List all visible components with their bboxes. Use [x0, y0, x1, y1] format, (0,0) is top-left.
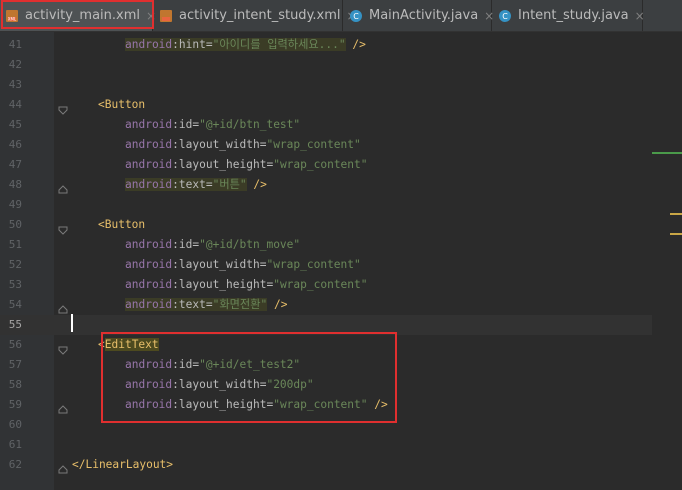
tab-label: MainActivity.java — [369, 8, 479, 23]
code-line: 42 — [0, 55, 682, 75]
code-text: android:id="@+id/btn_test" — [125, 118, 301, 131]
code-line: 46 android:layout_width="wrap_content" — [0, 135, 682, 155]
line-number: 48 — [8, 178, 22, 191]
code-line: 41 android:hint="아이디를 입력하세요..." /> — [0, 35, 682, 55]
java-class-icon: C — [349, 9, 363, 23]
code-line: 50 <Button — [0, 215, 682, 235]
tab-label: activity_main.xml — [25, 8, 141, 23]
xml-file-icon: XML — [5, 9, 19, 23]
svg-text:XML: XML — [8, 16, 17, 21]
tab-activity-intent-study-xml[interactable]: activity_intent_study.xml × — [154, 0, 357, 31]
line-number: 50 — [8, 218, 22, 231]
line-number: 45 — [8, 118, 22, 131]
code-line: 43 — [0, 75, 682, 95]
code-line: 49 — [0, 195, 682, 215]
code-line: 61 — [0, 435, 682, 455]
fold-close-icon[interactable] — [58, 180, 68, 194]
code-line: 48 android:text="버튼" /> — [0, 175, 682, 195]
code-line: 51 android:id="@+id/btn_move" — [0, 235, 682, 255]
code-editor[interactable]: 41 android:hint="아이디를 입력하세요..." /> 42 43… — [0, 32, 682, 490]
line-number: 49 — [8, 198, 22, 211]
line-number: 43 — [8, 78, 22, 91]
svg-text:C: C — [353, 12, 359, 21]
code-text: android:text="버튼" /> — [125, 178, 267, 191]
tab-intent-study-java[interactable]: C Intent_study.java × — [493, 0, 645, 31]
code-line: 45 android:id="@+id/btn_test" — [0, 115, 682, 135]
svg-text:C: C — [502, 12, 508, 21]
fold-close-icon[interactable] — [58, 400, 68, 414]
line-number: 47 — [8, 158, 22, 171]
code-line: 57 android:id="@+id/et_test2" — [0, 355, 682, 375]
xml-file-icon — [159, 9, 173, 23]
line-number: 60 — [8, 418, 22, 431]
code-text: <EditText — [98, 338, 159, 351]
code-text: android:layout_width="wrap_content" — [125, 258, 361, 271]
line-number: 46 — [8, 138, 22, 151]
code-line: 59 android:layout_height="wrap_content" … — [0, 395, 682, 415]
text-caret — [71, 314, 73, 332]
fold-open-icon[interactable] — [58, 220, 68, 235]
line-number: 59 — [8, 398, 22, 411]
code-text: android:hint="아이디를 입력하세요..." /> — [125, 38, 366, 51]
line-number: 44 — [8, 98, 22, 111]
code-line: 62 </LinearLayout> — [0, 455, 682, 475]
code-line: 53 android:layout_height="wrap_content" — [0, 275, 682, 295]
code-text: android:layout_height="wrap_content" /> — [125, 398, 388, 411]
code-line: 52 android:layout_width="wrap_content" — [0, 255, 682, 275]
editor-tab-bar: XML activity_main.xml × activity_intent_… — [0, 0, 682, 32]
line-number: 57 — [8, 358, 22, 371]
code-line: 58 android:layout_width="200dp" — [0, 375, 682, 395]
line-number: 53 — [8, 278, 22, 291]
fold-open-icon[interactable] — [58, 340, 68, 355]
tab-mainactivity-java[interactable]: C MainActivity.java × — [344, 0, 494, 31]
fold-close-icon[interactable] — [58, 460, 68, 474]
line-number: 58 — [8, 378, 22, 391]
line-number: 61 — [8, 438, 22, 451]
fold-close-icon[interactable] — [58, 300, 68, 314]
tab-label: activity_intent_study.xml — [179, 8, 341, 23]
line-number: 55 — [8, 318, 22, 331]
line-number: 62 — [8, 458, 22, 471]
line-number: 56 — [8, 338, 22, 351]
code-line: 44 <Button — [0, 95, 682, 115]
code-text: </LinearLayout> — [72, 458, 174, 471]
code-text: android:id="@+id/btn_move" — [125, 238, 301, 251]
code-line-current: 55 — [0, 315, 652, 335]
tab-activity-main-xml[interactable]: XML activity_main.xml × — [0, 0, 156, 31]
code-text: android:layout_width="wrap_content" — [125, 138, 361, 151]
code-text: android:text="화면전환" /> — [125, 298, 288, 311]
fold-open-icon[interactable] — [58, 100, 68, 115]
code-line: 60 — [0, 415, 682, 435]
line-number: 41 — [8, 38, 22, 51]
line-number: 42 — [8, 58, 22, 71]
code-text: <Button — [98, 218, 146, 231]
code-line: 54 android:text="화면전환" /> — [0, 295, 682, 315]
code-text: <Button — [98, 98, 146, 111]
close-icon[interactable]: × — [635, 9, 645, 23]
code-line: 56 <EditText — [0, 335, 682, 355]
code-line: 47 android:layout_height="wrap_content" — [0, 155, 682, 175]
code-text: android:layout_width="200dp" — [125, 378, 314, 391]
line-number: 52 — [8, 258, 22, 271]
code-text: android:id="@+id/et_test2" — [125, 358, 301, 371]
line-number: 51 — [8, 238, 22, 251]
code-text: android:layout_height="wrap_content" — [125, 158, 368, 171]
java-class-icon: C — [498, 9, 512, 23]
line-number: 54 — [8, 298, 22, 311]
tab-label: Intent_study.java — [518, 8, 629, 23]
code-text: android:layout_height="wrap_content" — [125, 278, 368, 291]
